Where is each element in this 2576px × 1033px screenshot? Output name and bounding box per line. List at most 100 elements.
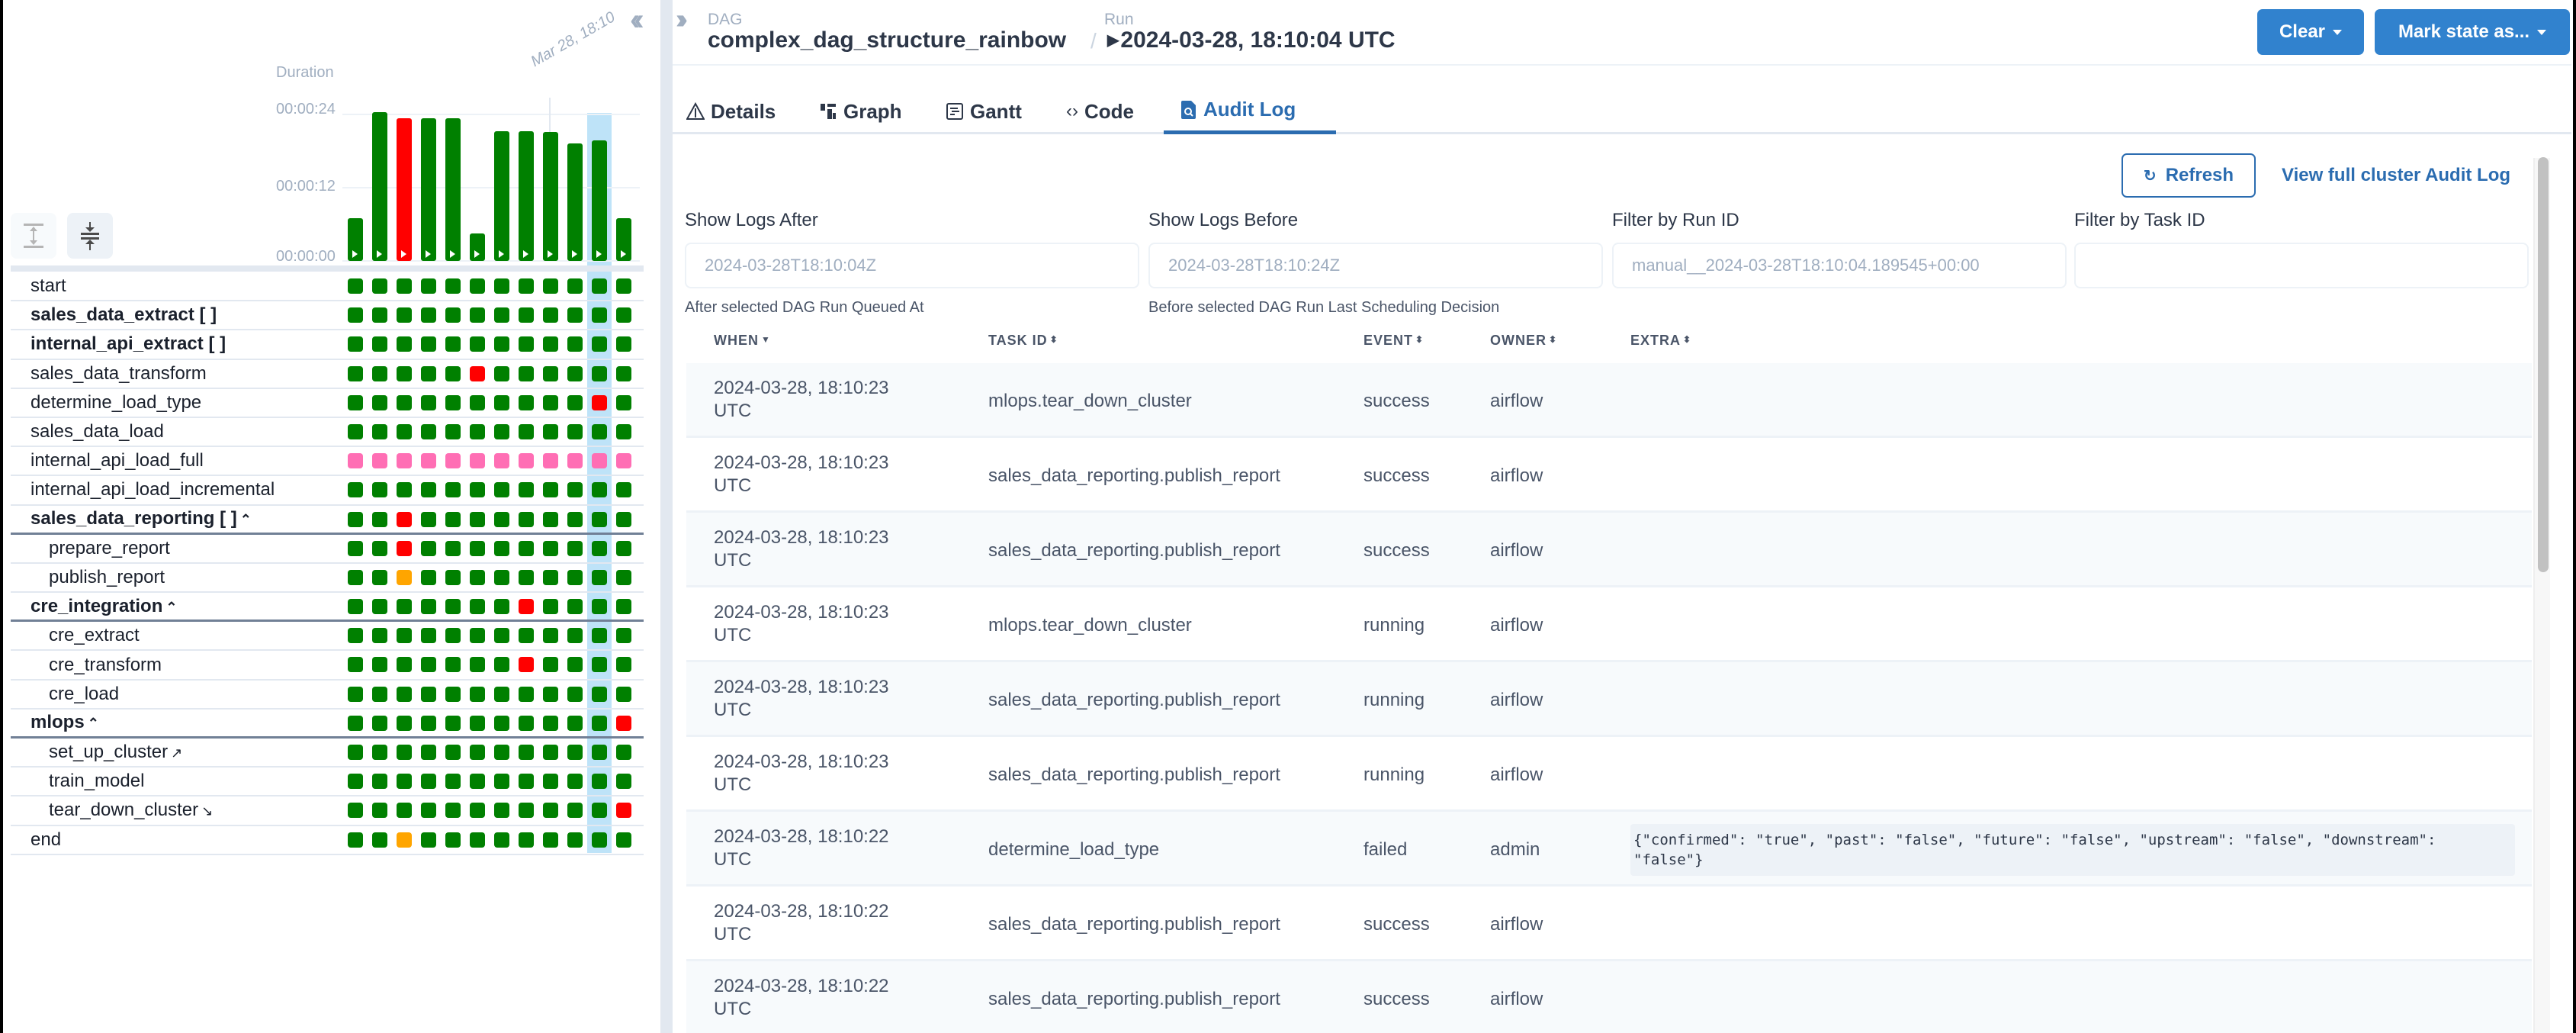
- task-instance-failed[interactable]: [397, 540, 412, 556]
- task-instance-success[interactable]: [543, 307, 558, 323]
- task-instance-success[interactable]: [616, 745, 631, 760]
- task-instance-success[interactable]: [348, 423, 363, 439]
- task-instance-success[interactable]: [494, 686, 509, 702]
- column-header-extra[interactable]: EXTRA ⬍: [1630, 333, 1691, 349]
- task-instance-success[interactable]: [397, 278, 412, 294]
- task-instance-success[interactable]: [372, 511, 387, 527]
- task-instance-success[interactable]: [592, 278, 607, 294]
- task-instance-success[interactable]: [397, 745, 412, 760]
- task-instance-success[interactable]: [616, 540, 631, 556]
- task-instance-success[interactable]: [494, 745, 509, 760]
- task-instance-failed[interactable]: [397, 511, 412, 527]
- task-instance-success[interactable]: [397, 599, 412, 615]
- task-instance-success[interactable]: [445, 307, 461, 323]
- task-instance-success[interactable]: [445, 336, 461, 352]
- duration-bar[interactable]: [348, 217, 363, 261]
- task-instance-skipped[interactable]: [445, 453, 461, 469]
- duration-bar[interactable]: [592, 140, 607, 261]
- task-instance-success[interactable]: [372, 540, 387, 556]
- chevron-up-icon[interactable]: ⌃: [240, 512, 252, 527]
- task-instance-success[interactable]: [348, 599, 363, 615]
- task-instance-success[interactable]: [372, 715, 387, 731]
- task-instance-success[interactable]: [519, 803, 534, 819]
- tab-graph[interactable]: Graph: [819, 88, 902, 134]
- task-instance-success[interactable]: [616, 569, 631, 585]
- clear-button[interactable]: Clear: [2257, 9, 2364, 55]
- task-instance-success[interactable]: [592, 569, 607, 585]
- task-instance-success[interactable]: [348, 657, 363, 673]
- task-instance-success[interactable]: [519, 832, 534, 848]
- task-instance-success[interactable]: [494, 832, 509, 848]
- task-instance-success[interactable]: [421, 599, 436, 615]
- task-instance-success[interactable]: [421, 686, 436, 702]
- task-instance-success[interactable]: [519, 307, 534, 323]
- duration-bar[interactable]: [397, 118, 412, 261]
- task-instance-success[interactable]: [543, 278, 558, 294]
- task-instance-success[interactable]: [372, 803, 387, 819]
- task-instance-success[interactable]: [445, 686, 461, 702]
- run-breadcrumb-link[interactable]: ▶2024-03-28, 18:10:04 UTC: [1107, 27, 1396, 53]
- task-instance-success[interactable]: [494, 774, 509, 790]
- task-name[interactable]: sales_data_extract [ ]: [31, 304, 217, 326]
- task-instance-success[interactable]: [421, 628, 436, 644]
- task-instance-success[interactable]: [543, 569, 558, 585]
- column-header-when[interactable]: WHEN ▼: [714, 333, 771, 349]
- task-name[interactable]: determine_load_type: [31, 392, 201, 414]
- task-instance-success[interactable]: [494, 569, 509, 585]
- task-instance-success[interactable]: [421, 278, 436, 294]
- task-instance-success[interactable]: [421, 482, 436, 498]
- task-instance-success[interactable]: [421, 365, 436, 381]
- task-instance-success[interactable]: [616, 657, 631, 673]
- task-name[interactable]: cre_integration ⌃: [31, 596, 177, 617]
- task-instance-success[interactable]: [494, 278, 509, 294]
- task-instance-success[interactable]: [592, 686, 607, 702]
- task-instance-success[interactable]: [421, 774, 436, 790]
- task-instance-success[interactable]: [543, 511, 558, 527]
- task-instance-skipped[interactable]: [494, 453, 509, 469]
- chevron-up-icon[interactable]: ⌃: [165, 600, 177, 615]
- task-instance-success[interactable]: [567, 657, 583, 673]
- task-instance-skipped[interactable]: [567, 453, 583, 469]
- task-instance-success[interactable]: [592, 423, 607, 439]
- task-instance-failed[interactable]: [470, 365, 485, 381]
- task-instance-success[interactable]: [494, 803, 509, 819]
- column-header-event[interactable]: EVENT ⬍: [1363, 333, 1424, 349]
- task-instance-success[interactable]: [421, 832, 436, 848]
- tab-audit-log[interactable]: Audit Log: [1164, 88, 1336, 134]
- task-name[interactable]: sales_data_transform: [31, 363, 207, 385]
- task-instance-failed[interactable]: [592, 394, 607, 410]
- task-instance-success[interactable]: [470, 394, 485, 410]
- task-instance-success[interactable]: [348, 336, 363, 352]
- task-name[interactable]: cre_extract: [49, 625, 140, 646]
- task-instance-success[interactable]: [616, 423, 631, 439]
- task-instance-success[interactable]: [567, 715, 583, 731]
- duration-bar[interactable]: [567, 143, 583, 261]
- task-name[interactable]: internal_api_load_full: [31, 450, 204, 471]
- duration-bar[interactable]: [519, 131, 534, 261]
- task-instance-success[interactable]: [372, 657, 387, 673]
- task-name[interactable]: sales_data_reporting [ ] ⌃: [31, 508, 252, 529]
- task-instance-failed[interactable]: [519, 599, 534, 615]
- task-instance-success[interactable]: [470, 482, 485, 498]
- task-instance-success[interactable]: [519, 569, 534, 585]
- tab-details[interactable]: Details: [686, 88, 776, 134]
- task-instance-success[interactable]: [470, 307, 485, 323]
- task-instance-success[interactable]: [470, 540, 485, 556]
- column-header-task-id[interactable]: TASK ID ⬍: [988, 333, 1058, 349]
- task-instance-success[interactable]: [372, 599, 387, 615]
- task-instance-success[interactable]: [494, 423, 509, 439]
- task-instance-success[interactable]: [397, 803, 412, 819]
- task-instance-failed[interactable]: [519, 657, 534, 673]
- task-instance-success[interactable]: [592, 365, 607, 381]
- task-instance-success[interactable]: [616, 307, 631, 323]
- task-instance-success[interactable]: [372, 745, 387, 760]
- task-instance-upstream_failed[interactable]: [397, 832, 412, 848]
- task-instance-success[interactable]: [470, 628, 485, 644]
- task-instance-success[interactable]: [519, 774, 534, 790]
- task-instance-success[interactable]: [616, 686, 631, 702]
- task-instance-success[interactable]: [592, 540, 607, 556]
- task-instance-success[interactable]: [348, 774, 363, 790]
- task-instance-success[interactable]: [567, 686, 583, 702]
- task-instance-success[interactable]: [397, 657, 412, 673]
- task-instance-skipped[interactable]: [421, 453, 436, 469]
